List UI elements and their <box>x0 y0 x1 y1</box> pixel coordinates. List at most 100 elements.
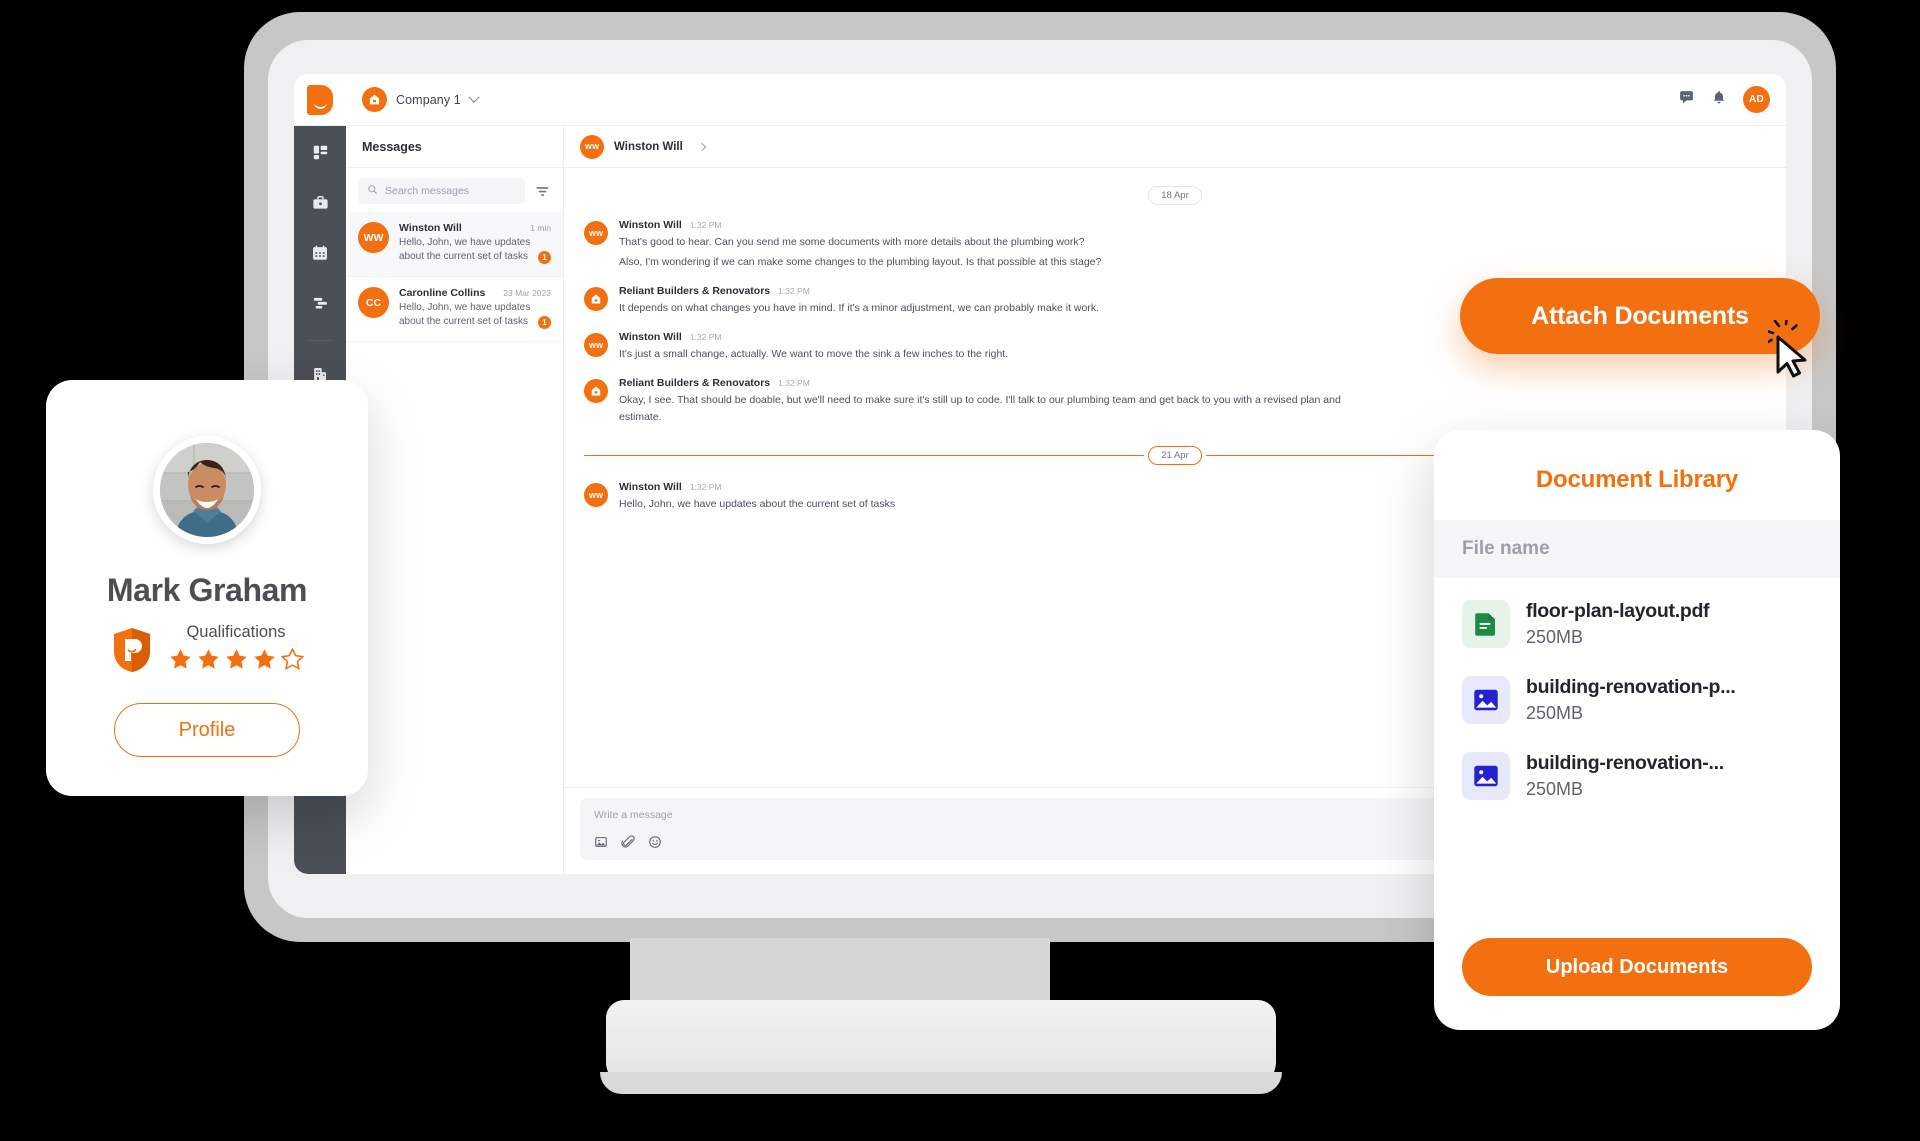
monitor-neck <box>630 938 1050 1006</box>
attach-documents-button[interactable]: Attach Documents <box>1460 278 1820 354</box>
message-time: 1:32 PM <box>689 482 722 492</box>
sidebar-item-tasks[interactable] <box>305 290 335 320</box>
list-item[interactable]: CC Caronline Collins 23 Mar 2023 Hello, … <box>346 277 563 342</box>
sidebar-divider <box>309 340 331 341</box>
message-text: That's good to hear. Can you send me som… <box>619 236 1085 248</box>
star-icon-filled <box>224 647 249 677</box>
message-header: Reliant Builders & Renovators 1:32 PM <box>619 377 1766 389</box>
qualifications-block: Qualifications <box>168 623 305 677</box>
home-icon <box>362 87 387 112</box>
chat-bubble-icon[interactable] <box>1678 89 1695 111</box>
search-icon <box>367 182 378 200</box>
unread-badge: 1 <box>538 251 551 264</box>
conversation-preview: Hello, John, we have updates about the c… <box>399 237 531 262</box>
message-time: 1:32 PM <box>689 220 722 230</box>
image-file-icon <box>1462 752 1510 800</box>
chevron-down-icon <box>468 91 480 103</box>
list-item[interactable]: floor-plan-layout.pdf 250MB <box>1434 586 1840 662</box>
document-meta: building-renovation-p... 250MB <box>1526 676 1736 724</box>
conversation-top: Caronline Collins 23 Mar 2023 <box>399 287 551 299</box>
list-item[interactable]: building-renovation-p... 250MB <box>1434 662 1840 738</box>
tasks-icon <box>311 294 330 316</box>
rating-stars <box>168 647 305 677</box>
avatar: WW <box>358 222 389 253</box>
screenshot-stage: Company 1 AD Messages Search messages WW… <box>0 0 1920 1141</box>
paperclip-icon[interactable] <box>621 835 635 849</box>
monitor-base-shadow <box>600 1072 1282 1094</box>
profile-button[interactable]: Profile <box>114 703 300 757</box>
message-time: 1:32 PM <box>778 286 810 296</box>
avatar: CC <box>358 287 389 318</box>
conversation-preview: Hello, John, we have updates about the c… <box>399 302 531 327</box>
star-icon-filled <box>168 647 193 677</box>
conversation-top: Winston Will 1 min <box>399 222 551 234</box>
search-box[interactable] <box>358 178 526 204</box>
brand-logo-icon <box>307 84 333 115</box>
home-icon <box>584 287 608 311</box>
briefcase-icon <box>311 194 330 217</box>
date-pill: 21 Apr <box>1148 446 1202 465</box>
date-separator: 18 Apr <box>584 186 1766 205</box>
document-file-icon <box>1462 600 1510 648</box>
message-header: Winston Will 1:32 PM <box>619 219 1766 231</box>
user-photo <box>160 443 254 537</box>
message-sender: Reliant Builders & Renovators <box>619 285 771 297</box>
page-title: Mark Graham <box>106 572 308 608</box>
document-library-panel: Document Library File name floor-plan-la… <box>1434 430 1840 1030</box>
chat-header-name: Winston Will <box>614 140 683 153</box>
document-list: floor-plan-layout.pdf 250MB building-ren… <box>1434 578 1840 932</box>
message-body: Winston Will 1:32 PM That's good to hear… <box>619 219 1766 271</box>
list-item[interactable]: WW Winston Will 1 min Hello, John, we ha… <box>346 212 563 277</box>
message-sender: Reliant Builders & Renovators <box>619 377 771 389</box>
conversation-time: 1 min <box>530 223 551 233</box>
document-size: 250MB <box>1526 779 1584 799</box>
topbar-actions: AD <box>1678 86 1786 113</box>
shield-badge-icon <box>110 626 154 674</box>
divider-line <box>584 455 1145 456</box>
brand-cell[interactable] <box>294 74 346 126</box>
sidebar-item-projects[interactable] <box>305 190 335 220</box>
search-row <box>346 168 563 212</box>
chevron-right-icon[interactable] <box>697 142 707 151</box>
chat-message: Reliant Builders & Renovators 1:32 PM Ok… <box>584 377 1766 426</box>
app-topbar: Company 1 AD <box>294 74 1786 126</box>
sidebar-item-dashboard[interactable] <box>305 140 335 170</box>
home-icon <box>584 379 608 403</box>
chat-header: WW Winston Will <box>564 126 1786 168</box>
message-sender: Winston Will <box>619 481 682 493</box>
emoji-icon[interactable] <box>648 835 662 849</box>
filter-icon[interactable] <box>533 182 551 200</box>
avatar: WW <box>584 483 608 507</box>
avatar: WW <box>580 134 604 159</box>
company-selector[interactable]: Company 1 <box>362 87 480 112</box>
sidebar-item-calendar[interactable] <box>305 240 335 270</box>
company-name: Company 1 <box>396 92 461 107</box>
avatar[interactable]: AD <box>1743 86 1770 113</box>
conversations-panel: Messages WW W <box>346 126 564 874</box>
star-icon-filled <box>196 647 221 677</box>
image-icon[interactable] <box>594 835 608 849</box>
profile-card: Mark Graham Qualifications Profile <box>46 380 368 796</box>
list-item[interactable]: building-renovation-... 250MB <box>1434 738 1840 814</box>
document-name: building-renovation-... <box>1526 752 1724 774</box>
document-name: floor-plan-layout.pdf <box>1526 600 1710 622</box>
document-library-title: Document Library <box>1535 466 1739 493</box>
message-text: It depends on what changes you have in m… <box>619 302 1100 314</box>
bell-icon[interactable] <box>1711 89 1727 111</box>
message-text: Also, I'm wondering if we can make some … <box>619 256 1102 268</box>
file-name-column-header: File name <box>1434 520 1840 578</box>
avatar: WW <box>584 333 608 357</box>
unread-badge: 1 <box>538 316 551 329</box>
conversation-name: Caronline Collins <box>399 287 486 299</box>
document-size: 250MB <box>1526 627 1584 647</box>
document-name: building-renovation-p... <box>1526 676 1736 698</box>
document-meta: floor-plan-layout.pdf 250MB <box>1526 600 1710 648</box>
message-sender: Winston Will <box>619 331 682 343</box>
message-text: It's just a small change, actually. We w… <box>619 348 1009 360</box>
date-pill: 18 Apr <box>1148 186 1202 205</box>
message-text: Okay, I see. That should be doable, but … <box>619 394 1341 423</box>
upload-documents-button[interactable]: Upload Documents <box>1462 938 1812 996</box>
search-input[interactable] <box>385 185 517 197</box>
message-text: Hello, John, we have updates about the c… <box>619 498 896 510</box>
avatar: WW <box>584 221 608 245</box>
